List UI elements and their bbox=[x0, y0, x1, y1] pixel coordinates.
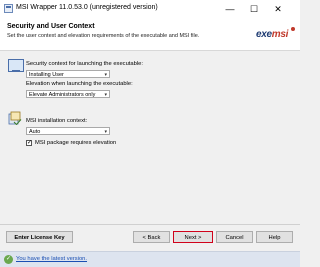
window-title: MSI Wrapper 11.0.53.0 (unregistered vers… bbox=[16, 4, 158, 11]
brand-main: exe bbox=[256, 29, 272, 40]
minimize-button[interactable]: — bbox=[218, 0, 242, 18]
check-circle-icon: ✓ bbox=[4, 255, 13, 264]
brand-accent: msi bbox=[271, 29, 289, 40]
back-button[interactable]: < Back bbox=[133, 231, 170, 243]
elevation-label: Elevation when launching the executable: bbox=[26, 81, 133, 87]
divider bbox=[0, 224, 300, 225]
page-title: Security and User Context bbox=[7, 23, 95, 30]
msi-package-icon bbox=[8, 111, 22, 125]
main-content: Security context for launching the execu… bbox=[0, 51, 300, 224]
status-bar: ✓ You have the latest version. bbox=[0, 251, 300, 267]
brand-logo: exemsi bbox=[256, 29, 288, 40]
security-context-label: Security context for launching the execu… bbox=[26, 61, 143, 67]
page-description: Set the user context and elevation requi… bbox=[7, 33, 200, 39]
brand-dot-icon bbox=[291, 27, 295, 31]
wizard-header: Security and User Context Set the user c… bbox=[0, 18, 300, 51]
elevation-value: Elevate Administrators only bbox=[29, 92, 96, 98]
msi-context-select[interactable]: Auto ▾ bbox=[26, 127, 110, 135]
security-context-value: Installing User bbox=[29, 72, 64, 78]
msi-context-value: Auto bbox=[29, 129, 41, 135]
enter-license-key-button[interactable]: Enter License Key bbox=[6, 231, 73, 243]
monitor-icon bbox=[8, 59, 24, 72]
maximize-button[interactable]: ☐ bbox=[242, 0, 266, 18]
msi-elevation-label: MSI package requires elevation bbox=[35, 140, 117, 146]
chevron-down-icon: ▾ bbox=[104, 129, 107, 135]
title-bar: MSI Wrapper 11.0.53.0 (unregistered vers… bbox=[0, 0, 300, 18]
latest-version-link[interactable]: You have the latest version. bbox=[16, 256, 87, 262]
app-icon bbox=[4, 4, 13, 13]
msi-elevation-checkbox[interactable]: ✓ bbox=[26, 140, 32, 146]
chevron-down-icon: ▾ bbox=[104, 72, 107, 78]
close-button[interactable]: ✕ bbox=[266, 0, 290, 18]
help-button[interactable]: Help bbox=[256, 231, 293, 243]
chevron-down-icon: ▾ bbox=[104, 92, 107, 98]
next-button[interactable]: Next > bbox=[173, 231, 213, 243]
msi-context-label: MSI installation context: bbox=[26, 118, 88, 124]
elevation-select[interactable]: Elevate Administrators only ▾ bbox=[26, 90, 110, 98]
cancel-button[interactable]: Cancel bbox=[216, 231, 253, 243]
security-context-select[interactable]: Installing User ▾ bbox=[26, 70, 110, 78]
